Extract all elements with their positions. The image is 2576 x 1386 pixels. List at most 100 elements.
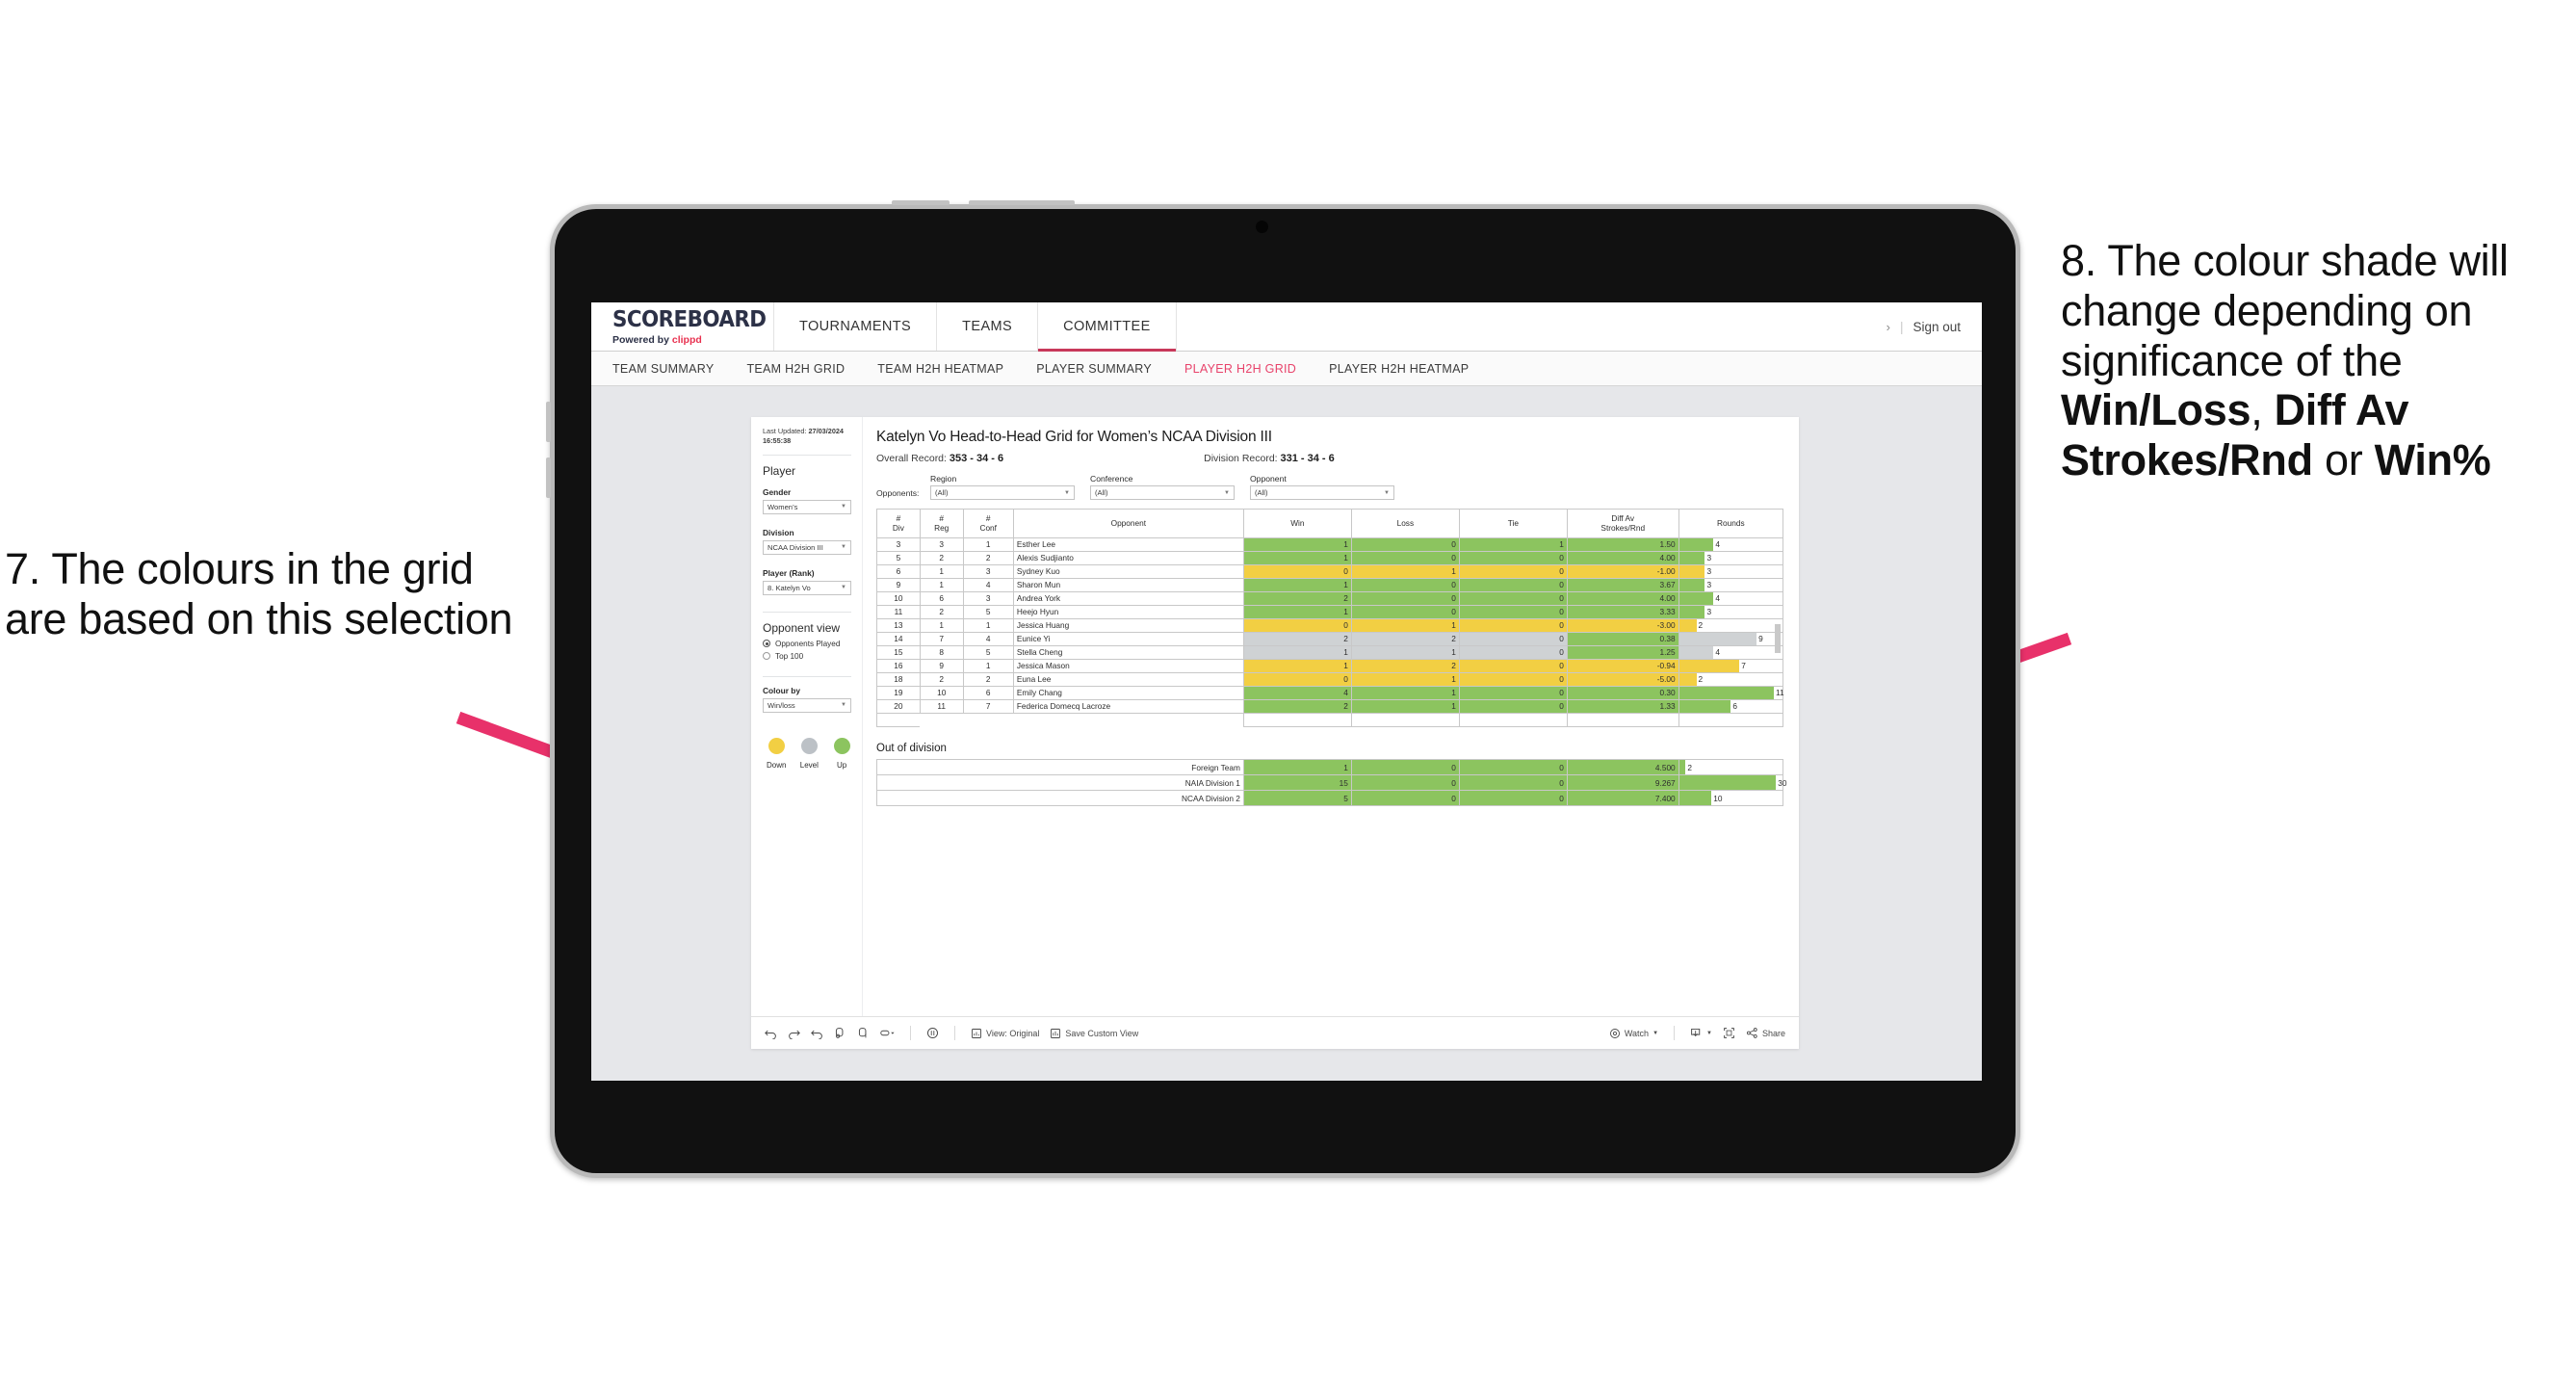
table-row[interactable]: 6 1 3 Sydney Kuo 0 1 0 -1.00 3 [876,564,1784,579]
table-row[interactable]: 18 2 2 Euna Lee 0 1 0 -5.00 2 [876,672,1784,687]
chevron-right-icon[interactable]: › [1886,320,1890,334]
cell-conf: 4 [962,578,1014,592]
subnav-item-player-h2h-heatmap[interactable]: PLAYER H2H HEATMAP [1329,362,1469,376]
out-of-division-row[interactable]: NAIA Division 1 15 0 0 9.267 30 [876,774,1787,791]
watch-button[interactable]: Watch ▼ [1609,1028,1658,1039]
table-row[interactable]: 15 8 5 Stella Cheng 1 1 0 1.25 4 [876,645,1784,660]
annotation-right-sep2: or [2312,435,2375,484]
legend-label-level: Level [799,760,819,770]
cell-diff: -3.00 [1566,618,1679,633]
subnav-item-player-h2h-grid[interactable]: PLAYER H2H GRID [1184,362,1296,376]
player-rank-value: 8. Katelyn Vo [768,583,811,592]
chevron-down-icon: ▼ [1706,1030,1712,1036]
conference-select[interactable]: (All) ▼ [1090,485,1235,500]
cell-reg: 1 [919,578,964,592]
revert-button[interactable] [811,1027,823,1039]
cell-win: 1 [1242,605,1352,619]
brand-logo[interactable]: SCOREBOARD Powered by clippd [591,302,774,351]
subnav-item-team-summary[interactable]: TEAM SUMMARY [612,362,714,376]
cell-tie: 0 [1458,564,1568,579]
table-row[interactable]: 5 2 2 Alexis Sudjianto 1 0 0 4.00 3 [876,551,1784,565]
fullscreen-button[interactable] [1723,1027,1735,1039]
rounds-bar [1678,660,1740,672]
cell-opponent: Jessica Huang [1012,618,1244,633]
refresh-data-button[interactable] [834,1027,846,1039]
undo-button[interactable] [765,1027,777,1039]
cell-tie: 0 [1458,618,1568,633]
table-row[interactable]: 16 9 1 Jessica Mason 1 2 0 -0.94 7 [876,659,1784,673]
rounds-value: 2 [1698,619,1704,630]
rounds-bar [1678,592,1714,605]
cell-reg: 2 [919,672,964,687]
cell-diff: 4.500 [1566,759,1679,775]
redo-button[interactable] [788,1027,800,1039]
head-to-head-grid-table[interactable]: # Div # Reg # Conf Opponent Win Loss Tie Diff Av St… [876,509,1784,727]
cell-loss: 1 [1350,564,1460,579]
cell-reg: 11 [919,699,964,714]
subnav-item-team-h2h-grid[interactable]: TEAM H2H GRID [746,362,845,376]
power-button[interactable] [892,200,950,205]
rounds-bar [1678,760,1686,774]
volume-down-button[interactable] [546,458,551,498]
cell-win: 1 [1242,759,1352,775]
legend-item-up: Up [832,737,851,770]
table-row[interactable]: 11 2 5 Heejo Hyun 1 0 0 3.33 3 [876,605,1784,619]
cell-tie: 0 [1458,632,1568,646]
out-of-division-row[interactable]: NCAA Division 2 5 0 0 7.400 10 [876,790,1784,806]
cell-opponent: Jessica Mason [1012,659,1244,673]
table-row[interactable]: 19 10 6 Emily Chang 4 1 0 0.30 11 [876,686,1784,700]
gender-select[interactable]: Women’s ▼ [763,499,851,514]
cell-div: 16 [876,659,921,673]
radio-opponents-played[interactable]: Opponents Played [763,640,851,648]
cell-loss: 0 [1350,605,1460,619]
division-record: Division Record: 331 - 34 - 6 [1204,453,1335,464]
cell-win: 2 [1242,591,1352,606]
legend-item-level: Level [799,737,819,770]
cell-rounds: 7 [1678,659,1784,673]
subnav-item-player-summary[interactable]: PLAYER SUMMARY [1036,362,1152,376]
table-row[interactable]: 13 1 1 Jessica Huang 0 1 0 -3.00 2 [876,618,1784,633]
share-button[interactable]: Share [1746,1027,1785,1039]
sign-out-link[interactable]: Sign out [1912,320,1961,334]
download-button[interactable]: ▼ [1690,1027,1712,1039]
divider [763,454,851,456]
nav-item-committee[interactable]: COMMITTEE [1038,302,1177,352]
cell-reg: 10 [919,686,964,700]
divider: | [1899,319,1904,334]
pause-auto-update-icon[interactable] [926,1027,939,1039]
opponent-select[interactable]: (All) ▼ [1250,485,1394,500]
legend-item-down: Down [767,737,786,770]
pause-updates-button[interactable] [857,1027,870,1039]
cell-opponent: Stella Cheng [1012,645,1244,660]
annotation-right-lead: 8. The colour shade will change dependin… [2061,236,2509,385]
vertical-scrollbar[interactable] [1775,624,1781,653]
out-of-division-table[interactable]: Foreign Team 1 0 0 4.500 2 NAIA Division 1 15 0 0… [876,759,1787,806]
cell-loss: 0 [1350,759,1460,775]
view-original-button[interactable]: View: Original [971,1028,1039,1039]
subnav-item-team-h2h-heatmap[interactable]: TEAM H2H HEATMAP [877,362,1003,376]
out-of-division-row[interactable]: Foreign Team 1 0 0 4.500 2 [876,759,1784,775]
table-row[interactable]: 20 11 7 Federica Domecq Lacroze 2 1 0 1.33 6 [876,699,1784,714]
division-select[interactable]: NCAA Division III ▼ [763,539,851,555]
table-row[interactable]: 3 3 1 Esther Lee 1 0 1 1.50 4 [876,537,1784,552]
volume-up-button[interactable] [546,402,551,442]
cell-conf: 1 [962,659,1014,673]
cell-opponent: Andrea York [1012,591,1244,606]
cell-loss: 0 [1350,551,1460,565]
nav-item-tournaments[interactable]: TOURNAMENTS [774,302,938,351]
rounds-value: 3 [1706,606,1712,616]
rounds-bar [1678,687,1775,699]
save-custom-view-button[interactable]: Save Custom View [1050,1028,1138,1039]
table-row[interactable]: 14 7 4 Eunice Yi 2 2 0 0.38 9 [876,632,1784,646]
table-row[interactable]: 9 1 4 Sharon Mun 1 0 0 3.67 3 [876,578,1784,592]
cell-tie: 0 [1458,672,1568,687]
player-rank-select[interactable]: 8. Katelyn Vo ▼ [763,580,851,595]
nav-item-teams[interactable]: TEAMS [937,302,1039,351]
rounds-value: 30 [1778,777,1787,788]
highlight-dropdown[interactable] [880,1027,895,1039]
colour-by-select[interactable]: Win/loss ▼ [763,697,851,713]
table-row[interactable]: 10 6 3 Andrea York 2 0 0 4.00 4 [876,591,1784,606]
region-select[interactable]: (All) ▼ [930,485,1075,500]
cell-conf: 2 [962,551,1014,565]
radio-top-100[interactable]: Top 100 [763,652,851,661]
